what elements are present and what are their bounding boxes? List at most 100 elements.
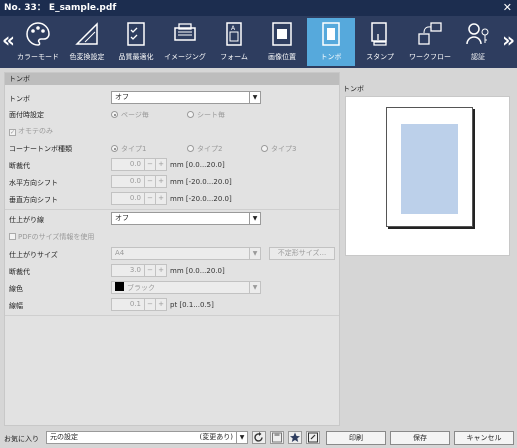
preview-paper	[386, 107, 473, 227]
title-bar: No. 33： E_sample.pdf ✕	[0, 0, 517, 16]
divider	[5, 209, 339, 210]
radio-type2[interactable]: タイプ2	[187, 144, 222, 154]
radio-type3[interactable]: タイプ3	[261, 144, 296, 154]
line-color-label: 線色	[9, 285, 23, 293]
tool-crop-marks[interactable]: トンボ	[307, 18, 355, 66]
plus-icon[interactable]: +	[155, 265, 166, 276]
window-title: No. 33： E_sample.pdf	[4, 3, 117, 13]
tombo-select[interactable]: オフ ▼	[111, 91, 261, 104]
minus-icon[interactable]: −	[144, 159, 155, 170]
color-swatch	[115, 282, 124, 291]
hshift-stepper[interactable]: 0.0 − +	[111, 175, 167, 188]
tombo-select-value: オフ	[115, 93, 129, 101]
tombo-bleed-stepper[interactable]: 0.0 − +	[111, 158, 167, 171]
tool-image-position[interactable]: 画像位置	[258, 18, 306, 66]
finish-size-value: A4	[115, 249, 125, 257]
radio-per-sheet[interactable]: シート毎	[187, 110, 225, 120]
line-width-stepper[interactable]: 0.1 − +	[111, 298, 167, 311]
favorites-state: (変更あり)	[199, 433, 233, 441]
print-button[interactable]: 印刷	[326, 431, 386, 445]
manage-favorites-button[interactable]	[306, 431, 320, 444]
plus-icon[interactable]: +	[155, 159, 166, 170]
front-only-checkbox[interactable]: ✓ オモテのみ	[9, 126, 53, 136]
tool-label: トンボ	[320, 53, 342, 61]
printer-icon	[174, 23, 196, 41]
checkbox-label: オモテのみ	[18, 127, 53, 135]
tool-auth[interactable]: 認証	[456, 18, 500, 66]
footer: お気に入り 元の設定 (変更あり) ▼ 印刷 保存 キャンセル	[0, 428, 517, 448]
tool-color-mode[interactable]: カラーモード	[14, 18, 62, 66]
close-icon[interactable]: ✕	[503, 0, 512, 16]
section-header: トンボ	[5, 73, 339, 85]
radio-per-page[interactable]: ページ毎	[111, 110, 149, 120]
floppy-icon	[272, 432, 282, 443]
favorites-label: お気に入り	[4, 435, 39, 443]
line-color-value: ブラック	[127, 284, 155, 292]
auth-icon	[466, 23, 489, 45]
unit-label: mm [-20.0...20.0]	[170, 195, 232, 203]
tool-label: スタンプ	[366, 53, 394, 61]
tombo-label: トンボ	[9, 95, 30, 103]
image-position-icon	[272, 22, 292, 46]
radio-label: タイプ2	[197, 145, 223, 153]
star-icon	[290, 432, 300, 442]
scroll-left-icon[interactable]: «	[2, 30, 15, 50]
color-conversion-icon	[75, 22, 98, 45]
form-icon: A	[226, 22, 242, 46]
stepper-value: 0.1	[129, 300, 141, 308]
favorites-select[interactable]: 元の設定 (変更あり) ▼	[46, 431, 248, 444]
tool-label: イメージング	[164, 53, 206, 61]
scroll-right-icon[interactable]: »	[502, 30, 515, 50]
tool-label: 色変換設定	[69, 53, 105, 61]
custom-size-button[interactable]: 不定形サイズ...	[269, 247, 335, 260]
line-width-label: 線幅	[9, 302, 23, 310]
tool-stamp[interactable]: スタンプ	[356, 18, 404, 66]
save-preset-button[interactable]	[270, 431, 284, 444]
save-button[interactable]: 保存	[390, 431, 450, 445]
finish-bleed-stepper[interactable]: 3.0 − +	[111, 264, 167, 277]
chevron-down-icon: ▼	[249, 248, 260, 259]
settings-panel: トンボ トンボ オフ ▼ 面付時設定 ページ毎 シート毎 ✓ オモテのみ コーナー…	[4, 72, 340, 426]
finish-bleed-label: 断裁代	[9, 268, 30, 276]
chevron-down-icon: ▼	[249, 213, 260, 224]
preview-title: トンボ	[343, 85, 364, 93]
plus-icon[interactable]: +	[155, 176, 166, 187]
use-pdf-size-checkbox[interactable]: PDFのサイズ情報を使用	[9, 232, 94, 242]
preview-trim-area	[401, 124, 458, 214]
plus-icon[interactable]: +	[155, 193, 166, 204]
minus-icon[interactable]: −	[144, 193, 155, 204]
line-color-select[interactable]: ブラック ▼	[111, 281, 261, 294]
trim-line-select[interactable]: オフ ▼	[111, 212, 261, 225]
tool-imaging[interactable]: イメージング	[160, 18, 210, 66]
favorites-value: 元の設定	[50, 433, 78, 441]
chevron-down-icon: ▼	[249, 92, 260, 103]
tool-form[interactable]: A フォーム	[210, 18, 258, 66]
divider	[5, 315, 339, 316]
quality-check-icon	[127, 22, 145, 46]
minus-icon[interactable]: −	[144, 265, 155, 276]
tool-workflow[interactable]: ワークフロー	[404, 18, 456, 66]
imposition-label: 面付時設定	[9, 111, 44, 119]
radio-type1[interactable]: タイプ1	[111, 144, 146, 154]
vshift-stepper[interactable]: 0.0 − +	[111, 192, 167, 205]
hshift-label: 水平方向シフト	[9, 179, 58, 187]
radio-label: シート毎	[197, 111, 225, 119]
reset-button[interactable]	[252, 431, 266, 444]
cancel-button[interactable]: キャンセル	[454, 431, 514, 445]
vshift-label: 垂直方向シフト	[9, 196, 58, 204]
edit-list-icon	[308, 432, 318, 443]
plus-icon[interactable]: +	[155, 299, 166, 310]
tool-color-conversion[interactable]: 色変換設定	[62, 18, 112, 66]
unit-label: mm [0.0...20.0]	[170, 267, 225, 275]
add-favorite-button[interactable]	[288, 431, 302, 444]
refresh-icon	[254, 432, 263, 442]
minus-icon[interactable]: −	[144, 176, 155, 187]
radio-label: ページ毎	[121, 111, 149, 119]
stepper-value: 0.0	[129, 194, 141, 202]
tool-quality[interactable]: 品質最適化	[112, 18, 160, 66]
finish-size-select[interactable]: A4 ▼	[111, 247, 261, 260]
minus-icon[interactable]: −	[144, 299, 155, 310]
finish-size-label: 仕上がりサイズ	[9, 251, 58, 259]
stepper-value: 3.0	[129, 266, 141, 274]
chevron-down-icon: ▼	[236, 432, 247, 443]
